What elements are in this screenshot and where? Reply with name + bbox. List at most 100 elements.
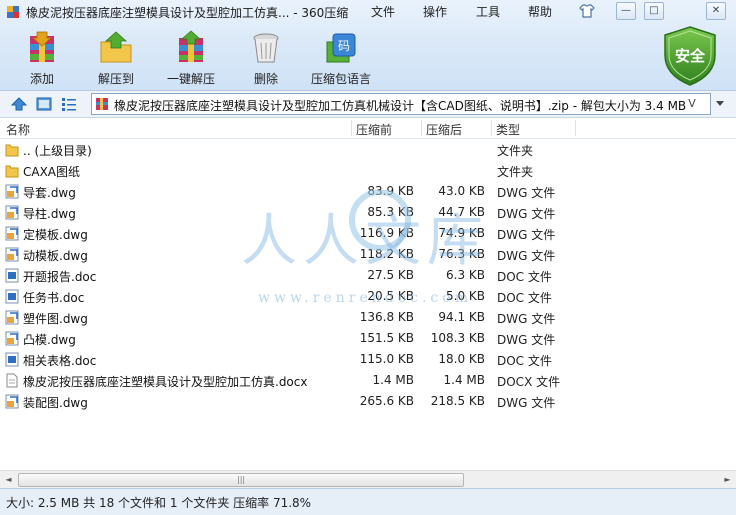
language-glyph: 码 [338,39,350,53]
file-name: 开题报告.doc [23,270,97,284]
path-v-button[interactable]: V [684,94,700,114]
scroll-grip-icon: ||| [237,475,246,484]
file-name: .. (上级目录) [23,144,92,158]
extract-to-label: 解压到 [97,72,134,86]
extract-to-button[interactable]: 解压到 [86,30,146,86]
file-type: DWG 文件 [497,249,556,263]
skin-shirt-icon[interactable] [578,4,596,18]
file-packed-size: 43.0 KB [438,184,485,198]
file-row[interactable]: 定模板.dwg 116.9 KB 74.9 KB DWG 文件 [0,223,736,244]
file-packed-size: 44.7 KB [438,205,485,219]
file-type: DWG 文件 [497,207,556,221]
doc-file-icon [5,289,19,304]
file-name: 装配图.dwg [23,396,88,410]
file-row[interactable]: 相关表格.doc 115.0 KB 18.0 KB DOC 文件 [0,349,736,370]
file-row[interactable]: 塑件图.dwg 136.8 KB 94.1 KB DWG 文件 [0,307,736,328]
scroll-right-button[interactable]: ► [719,471,736,488]
one-click-extract-button[interactable]: 一键解压 [161,30,221,86]
scroll-left-button[interactable]: ◄ [0,471,17,488]
scroll-thumb[interactable]: ||| [18,473,464,487]
horizontal-scrollbar[interactable]: ◄ ||| ► [0,470,736,488]
delete-button[interactable]: 删除 [236,30,296,86]
column-packed[interactable]: 压缩后 [426,121,462,138]
menu-operation[interactable]: 操作 [423,3,447,20]
file-list: .. (上级目录) 文件夹 CAXA图纸 文件夹 导套.dwg 83.9 KB 43.0 K… [0,139,736,469]
one-click-extract-icon [179,30,203,62]
column-divider[interactable] [351,120,352,136]
file-row[interactable]: 动模板.dwg 118.2 KB 76.3 KB DWG 文件 [0,244,736,265]
window-title: 橡皮泥按压器底座注塑模具设计及型腔加工仿真... - 360压缩 [26,6,349,20]
column-divider[interactable] [575,120,576,136]
file-name: 导柱.dwg [23,207,76,221]
column-name[interactable]: 名称 [6,121,30,138]
file-name: 导套.dwg [23,186,76,200]
status-text: 大小: 2.5 MB 共 18 个文件和 1 个文件夹 压缩率 71.8% [6,496,312,510]
list-view-icon[interactable] [60,95,78,113]
archive-language-button[interactable]: 码 压缩包语言 [310,30,372,86]
delete-trash-icon [253,33,279,63]
add-label: 添加 [29,72,54,86]
file-name: 橡皮泥按压器底座注塑模具设计及型腔加工仿真.docx [23,375,308,389]
file-type: 文件夹 [497,165,534,179]
column-header: 名称 压缩前 压缩后 类型 [0,118,736,139]
file-row[interactable]: CAXA图纸 文件夹 [0,160,736,181]
menu-file[interactable]: 文件 [371,3,395,20]
file-row[interactable]: 装配图.dwg 265.6 KB 218.5 KB DWG 文件 [0,391,736,412]
file-name: 动模板.dwg [23,249,88,263]
dwg-file-icon [5,394,19,409]
file-type: DOC 文件 [497,270,552,284]
file-packed-size: 108.3 KB [430,331,485,345]
minimize-button[interactable]: — [616,2,636,20]
one-click-extract-label: 一键解压 [166,72,215,86]
file-row[interactable]: 凸模.dwg 151.5 KB 108.3 KB DWG 文件 [0,328,736,349]
file-packed-size: 94.1 KB [438,310,485,324]
folder-icon [5,163,19,178]
title-toolbar-area: 橡皮泥按压器底座注塑模具设计及型腔加工仿真... - 360压缩 文件 操作 工… [0,0,736,91]
dwg-file-icon [5,184,19,199]
column-divider[interactable] [421,120,422,136]
column-compressed[interactable]: 压缩前 [356,121,392,138]
dwg-file-icon [5,247,19,262]
large-icons-view-icon[interactable] [35,95,53,113]
archive-language-icon: 码 [326,33,356,63]
add-button[interactable]: 添加 [12,30,72,86]
file-type: DOC 文件 [497,354,552,368]
file-type: DWG 文件 [497,333,556,347]
column-type[interactable]: 类型 [496,121,520,138]
file-row[interactable]: 任务书.doc 20.5 KB 5.0 KB DOC 文件 [0,286,736,307]
file-row[interactable]: .. (上级目录) 文件夹 [0,139,736,160]
address-bar: 橡皮泥按压器底座注塑模具设计及型腔加工仿真机械设计【含CAD图纸、说明书】.zi… [0,91,736,118]
file-type: DWG 文件 [497,186,556,200]
menu-help[interactable]: 帮助 [528,3,552,20]
file-row[interactable]: 开题报告.doc 27.5 KB 6.3 KB DOC 文件 [0,265,736,286]
folder-icon [5,142,19,157]
delete-label: 删除 [253,72,278,86]
file-name: 凸模.dwg [23,333,76,347]
file-packed-size: 218.5 KB [430,394,485,408]
file-row[interactable]: 橡皮泥按压器底座注塑模具设计及型腔加工仿真.docx 1.4 MB 1.4 MB DO… [0,370,736,391]
dwg-file-icon [5,226,19,241]
archive-window: 橡皮泥按压器底座注塑模具设计及型腔加工仿真... - 360压缩 文件 操作 工… [0,0,736,515]
file-name: 塑件图.dwg [23,312,88,326]
file-type: 文件夹 [497,144,534,158]
status-bar: 大小: 2.5 MB 共 18 个文件和 1 个文件夹 压缩率 71.8% [0,488,736,515]
close-button[interactable]: ✕ [706,2,726,20]
file-name: 相关表格.doc [23,354,97,368]
file-packed-size: 74.9 KB [438,226,485,240]
archive-path-field[interactable]: 橡皮泥按压器底座注塑模具设计及型腔加工仿真机械设计【含CAD图纸、说明书】.zi… [91,93,711,115]
file-type: DOCX 文件 [497,375,561,389]
maximize-button[interactable]: □ [644,2,664,20]
chevron-down-icon[interactable] [714,99,726,109]
security-badge[interactable]: 安全 [662,25,718,87]
security-shield-icon: 安全 [664,26,716,86]
file-packed-size: 6.3 KB [446,268,485,282]
dwg-file-icon [5,205,19,220]
menu-tools[interactable]: 工具 [476,3,500,20]
app-icon [7,6,19,18]
column-divider[interactable] [491,120,492,136]
file-row[interactable]: 导柱.dwg 85.3 KB 44.7 KB DWG 文件 [0,202,736,223]
up-arrow-icon[interactable] [10,95,28,113]
doc-file-icon [5,268,19,283]
file-row[interactable]: 导套.dwg 83.9 KB 43.0 KB DWG 文件 [0,181,736,202]
file-name: CAXA图纸 [23,165,81,179]
